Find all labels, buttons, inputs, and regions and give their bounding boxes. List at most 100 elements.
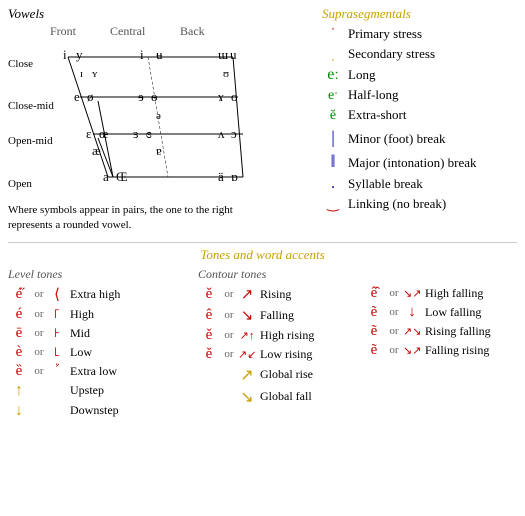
svg-text:i: i [140,47,144,62]
svg-text:Œ: Œ [116,169,128,184]
supraseg-secondary: ˌ Secondary stress [322,46,525,63]
minor-break-symbol: | [322,127,344,148]
svg-text:Close: Close [8,58,33,70]
secondary-stress-label: Secondary stress [348,46,435,62]
tone-low-falling: ẽ or ↓ Low falling [363,304,525,321]
svg-text:Open-mid: Open-mid [8,135,53,147]
tones-section: Tones and word accents Level tones é̋ or… [8,242,517,422]
primary-stress-label: Primary stress [348,26,422,42]
vowels-columns: Front Central Back [18,24,318,39]
halflong-label: Half-long [348,87,399,103]
tone-or-rising-falling: or [385,325,403,337]
svg-text:ɤ: ɤ [218,89,224,104]
global-rise-arrow: ↗ [238,365,256,385]
falling-label: Falling [260,308,294,323]
major-break-label: Major (intonation) break [348,155,477,171]
tone-or-high-falling: or [385,287,403,299]
supraseg-extrashort: ĕ Extra-short [322,107,525,124]
svg-text:ɞ: ɞ [146,126,152,141]
tone-falling-rising: ẽ or ↘↗ Falling rising [363,342,525,359]
high-letter: é [8,306,30,323]
supraseg-halflong: eˑ Half-long [322,87,525,104]
low-rising-label: Low rising [260,347,312,362]
long-symbol: eː [322,66,344,84]
col-central-label: Central [110,24,180,39]
svg-text:ø: ø [87,89,94,104]
falling-letter: ê [198,307,220,324]
tone-extra-high: é̋ or ⟨ Extra high [8,285,198,304]
secondary-stress-symbol: ˌ [322,46,344,63]
tone-global-fall: ↘ Global fall [198,387,363,407]
tone-mid: ē or ꜔ Mid [8,325,198,342]
low-falling-letter: ẽ [363,304,385,321]
supraseg-minor: | Minor (foot) break [322,127,525,148]
extra-high-letter: é̋ [8,286,30,303]
downstep-label: Downstep [70,403,119,418]
halflong-symbol: eˑ [322,88,344,104]
suprasegmentals-section: Suprasegmentals ˈ Primary stress ˌ Secon… [318,6,525,234]
falling-rising-arrow: ↘↗ [403,344,421,357]
svg-text:ɔ: ɔ [231,126,237,141]
falling-arrow: ↘ [238,306,256,325]
major-break-symbol: ‖ [322,151,344,172]
tone-or-4: or [30,346,48,358]
svg-text:y: y [76,47,83,62]
tone-high: é or ꜒ High [8,306,198,323]
global-fall-arrow: ↘ [238,387,256,407]
rising-letter: ě [198,286,220,303]
high-arrow: ꜒ [48,306,66,322]
rising-arrow: ↗ [238,285,256,304]
tone-falling: ê or ↘ Falling [198,306,363,325]
high-falling-label: High falling [425,286,483,301]
contour-right-col: ê̂ or ↘↗ High falling ẽ or ↓ Low falling… [363,285,525,409]
svg-text:ə: ə [156,110,161,122]
mid-label: Mid [70,326,90,341]
supraseg-long: eː Long [322,66,525,84]
linking-symbol: ‿ [322,196,344,213]
minor-break-label: Minor (foot) break [348,131,445,147]
tone-or-rising: or [220,288,238,300]
svg-text:ɜ: ɜ [133,126,138,141]
vowels-title: Vowels [8,6,318,22]
high-falling-arrow: ↘↗ [403,287,421,300]
vowels-note: Where symbols appear in pairs, the one t… [8,203,308,234]
high-falling-letter: ê̂ [363,285,385,302]
svg-text:ɵ: ɵ [151,89,158,104]
low-letter: è [8,344,30,361]
extra-low-label: Extra low [70,364,117,379]
low-falling-label: Low falling [425,305,481,320]
vowel-chart-svg: Close Close-mid Open-mid Open [8,39,308,199]
svg-text:Open: Open [8,178,32,190]
tone-or-low-falling: or [385,306,403,318]
falling-rising-label: Falling rising [425,343,489,358]
tone-or-falling: or [220,309,238,321]
supraseg-major: ‖ Major (intonation) break [322,151,525,172]
svg-text:ɒ: ɒ [231,169,238,184]
tone-rising: ě or ↗ Rising [198,285,363,304]
low-falling-arrow: ↓ [403,304,421,321]
tone-or-5: or [30,365,48,377]
supraseg-syllable: . Syllable break [322,175,525,193]
global-rise-label: Global rise [260,367,313,382]
low-label: Low [70,345,92,360]
extrashort-symbol: ĕ [322,108,344,124]
low-rising-letter: ě [198,346,220,363]
tone-or-low-rising: or [220,348,238,360]
high-rising-letter: ě [198,327,220,344]
tone-or-falling-rising: or [385,344,403,356]
contour-tones-subtitle: Contour tones [198,267,525,282]
falling-rising-letter: ẽ [363,342,385,359]
high-label: High [70,307,94,322]
tone-or-2: or [30,308,48,320]
col-back-label: Back [180,24,240,39]
mid-letter: ē [8,325,30,342]
svg-text:ʏ: ʏ [92,68,98,80]
svg-text:u: u [230,47,237,62]
rising-falling-letter: ẽ [363,323,385,340]
tones-title: Tones and word accents [8,247,517,263]
rising-label: Rising [260,287,291,302]
syllable-break-label: Syllable break [348,176,423,192]
svg-text:ä: ä [218,169,224,184]
svg-text:o: o [231,89,238,104]
high-rising-label: High rising [260,328,314,343]
